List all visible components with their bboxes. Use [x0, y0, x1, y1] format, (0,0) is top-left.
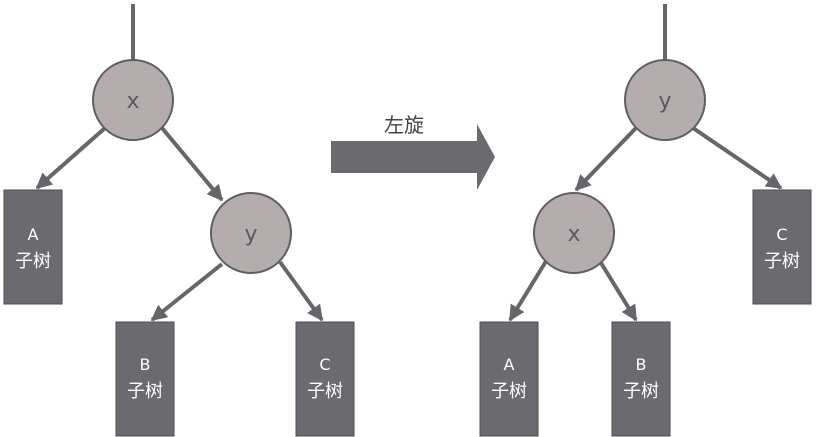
before-edge-y-to-b: [150, 262, 224, 322]
rotation-diagram: x y A 子树 B 子树 C 子树 左旋 y x A 子树 B 子树 C 子树: [3, 4, 812, 437]
before-subtree-a-letter: A: [28, 225, 39, 244]
before-subtree-a: A 子树: [3, 189, 63, 305]
after-subtree-c-word: 子树: [764, 251, 800, 272]
after-subtree-c-letter: C: [776, 225, 787, 244]
before-node-x-label: x: [126, 89, 139, 114]
after-subtree-b-word: 子树: [623, 381, 659, 402]
after-node-y: y: [624, 59, 706, 141]
before-edge-x-to-y: [160, 126, 224, 202]
after-node-y-label: y: [658, 89, 671, 114]
after-subtree-a-letter: A: [504, 355, 515, 374]
before-subtree-c-letter: C: [319, 355, 330, 374]
after-node-x: x: [533, 192, 615, 274]
after-edge-x-to-a: [508, 256, 550, 322]
after-tree: y x A 子树 B 子树 C 子树: [479, 4, 812, 437]
after-subtree-c: C 子树: [752, 189, 812, 305]
after-subtree-b-letter: B: [636, 355, 647, 374]
after-subtree-b: B 子树: [611, 321, 671, 437]
after-edge-y-to-c: [691, 126, 783, 190]
before-edge-x-to-a: [35, 126, 107, 190]
before-subtree-a-word: 子树: [15, 251, 51, 272]
rotation-arrow: 左旋: [331, 113, 495, 190]
before-node-y: y: [210, 192, 292, 274]
before-node-x: x: [92, 59, 174, 141]
before-subtree-c-word: 子树: [307, 381, 343, 402]
rotation-label: 左旋: [384, 113, 424, 137]
before-subtree-b-letter: B: [140, 355, 151, 374]
before-edge-y-to-c: [278, 260, 324, 322]
before-tree: x y A 子树 B 子树 C 子树: [3, 4, 355, 437]
before-subtree-b-word: 子树: [127, 381, 163, 402]
after-edge-y-to-x: [574, 126, 638, 192]
after-edge-x-to-b: [596, 256, 638, 322]
after-node-x-label: x: [567, 222, 580, 247]
before-node-y-label: y: [244, 222, 257, 247]
before-subtree-b: B 子树: [115, 321, 175, 437]
before-subtree-c: C 子树: [295, 321, 355, 437]
after-subtree-a: A 子树: [479, 321, 539, 437]
after-subtree-a-word: 子树: [491, 381, 527, 402]
